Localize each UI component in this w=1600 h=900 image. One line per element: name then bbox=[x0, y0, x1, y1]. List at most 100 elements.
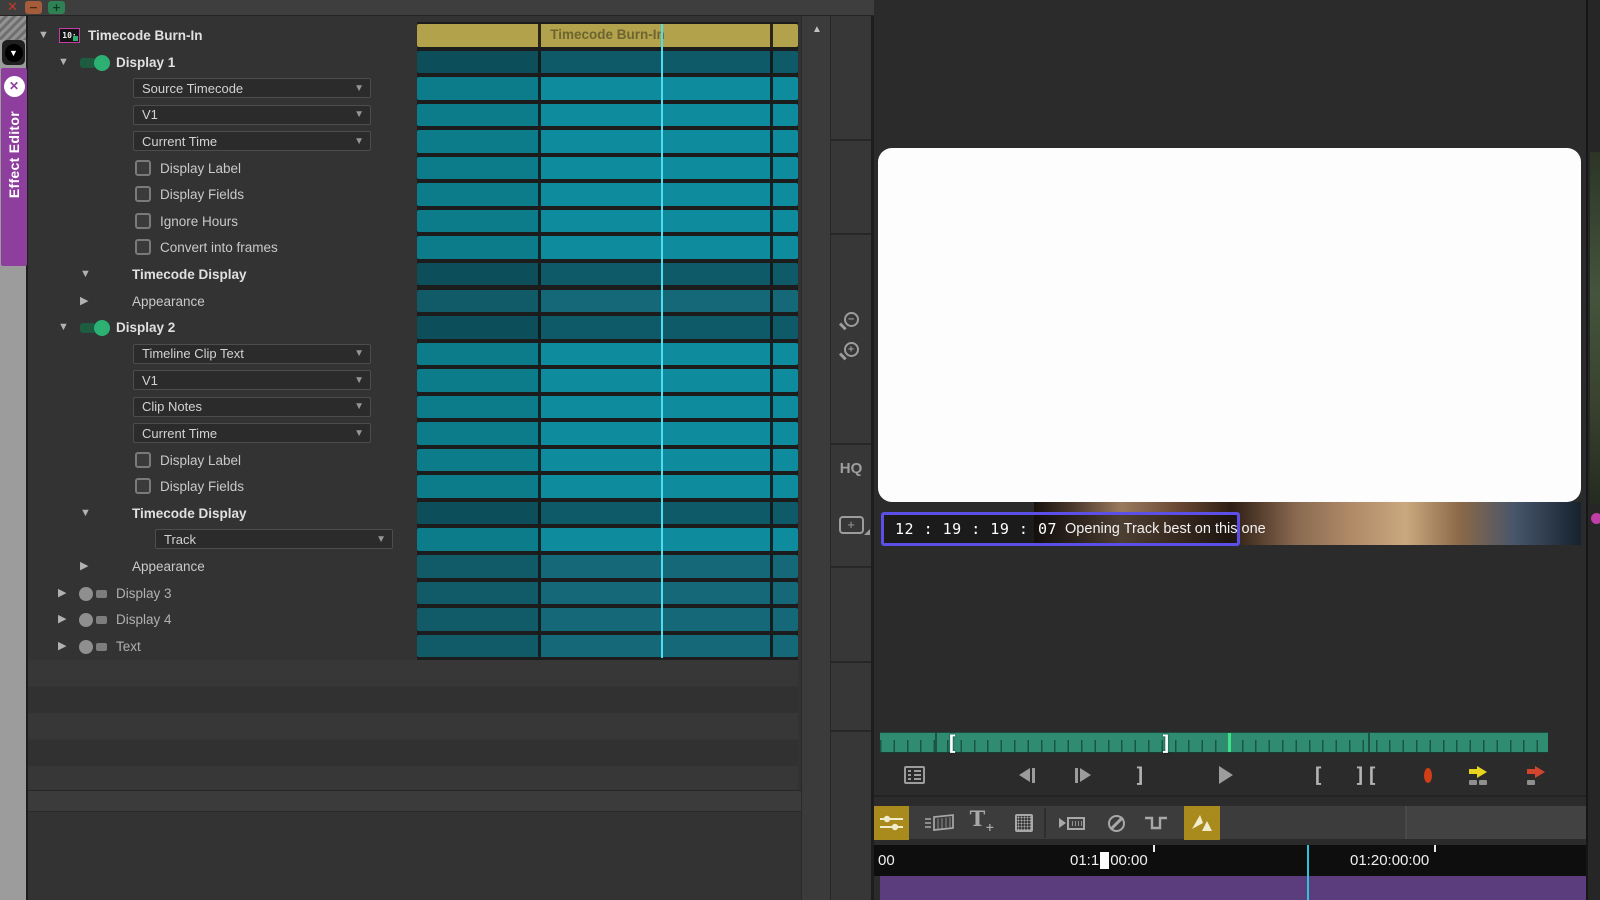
keyframe-bar-display-4[interactable] bbox=[417, 608, 798, 631]
clip-name-menu-button[interactable] bbox=[894, 756, 934, 794]
triangle-down-icon[interactable]: ▼ bbox=[58, 49, 69, 76]
go-to-next-edit-button[interactable] bbox=[1458, 756, 1498, 794]
scroll-up-arrow-icon[interactable]: ▲ bbox=[802, 24, 832, 35]
enable-toggle-text[interactable] bbox=[79, 640, 110, 654]
extract-button[interactable] bbox=[1516, 756, 1556, 794]
keyframe-bar-display-label[interactable] bbox=[417, 449, 798, 472]
position-bar[interactable]: [ ] bbox=[880, 732, 1548, 753]
panel-menu-button[interactable]: ▼ bbox=[2, 40, 25, 65]
keyframe-bar-appearance[interactable] bbox=[417, 290, 798, 313]
timeline-playhead[interactable] bbox=[1307, 845, 1309, 900]
enable-toggle-display-4[interactable] bbox=[79, 613, 110, 627]
keyframe-track-area[interactable]: Timecode Burn-In bbox=[417, 22, 798, 660]
keyframe-bar-timecode-display[interactable] bbox=[417, 502, 798, 525]
zoom-in-button[interactable]: + bbox=[831, 342, 871, 357]
segment-divider bbox=[538, 635, 541, 658]
timeline-track-bar[interactable] bbox=[880, 876, 1586, 900]
keyframe-triangles-button[interactable] bbox=[1184, 806, 1220, 840]
enable-toggle-display-3[interactable] bbox=[79, 587, 110, 601]
window-minimize-button[interactable]: − bbox=[25, 1, 42, 14]
circle-slash-button[interactable] bbox=[1098, 806, 1134, 840]
dropdown-track[interactable]: Track▼ bbox=[155, 529, 393, 549]
keyframe-bar-clip-notes[interactable] bbox=[417, 396, 798, 419]
dropdown-v1[interactable]: V1▼ bbox=[133, 370, 371, 390]
window-close-button[interactable]: ✕ bbox=[4, 1, 21, 14]
keyframe-bar-v1[interactable] bbox=[417, 104, 798, 127]
hq-toggle-button[interactable]: HQ bbox=[831, 460, 871, 477]
keyframe-bar-display-fields[interactable] bbox=[417, 475, 798, 498]
checkbox-ignore-hours[interactable] bbox=[135, 213, 151, 229]
timecode-burnin-overlay[interactable]: 12 : 19 : 19 : 07 Opening Track best on … bbox=[881, 512, 1240, 546]
ruler-label-middle: 01:1 00:00 bbox=[1070, 852, 1148, 869]
dropdown-current-time[interactable]: Current Time▼ bbox=[133, 423, 371, 443]
mark-clip-button[interactable]: ][ bbox=[1346, 756, 1386, 794]
keyframe-bar-display-label[interactable] bbox=[417, 157, 798, 180]
keyframe-bar-current-time[interactable] bbox=[417, 130, 798, 153]
keyframe-bar-timeline-clip-text[interactable] bbox=[417, 343, 798, 366]
triangle-right-icon[interactable]: ▶ bbox=[58, 606, 66, 633]
play-button[interactable] bbox=[1206, 756, 1246, 794]
keyframe-bar-text[interactable] bbox=[417, 635, 798, 658]
keyframe-bar-ignore-hours[interactable] bbox=[417, 210, 798, 233]
track-scrollbar[interactable]: ▲ bbox=[801, 16, 831, 900]
keyframe-bar-timecode-display[interactable] bbox=[417, 263, 798, 286]
keyframe-bar-display-2[interactable] bbox=[417, 316, 798, 339]
checkbox-display-label[interactable] bbox=[135, 452, 151, 468]
checkbox-convert-into-frames[interactable] bbox=[135, 239, 151, 255]
dropdown-timeline-clip-text[interactable]: Timeline Clip Text▼ bbox=[133, 344, 371, 364]
dropdown-source-timecode[interactable]: Source Timecode▼ bbox=[133, 78, 371, 98]
triangle-down-icon[interactable]: ▼ bbox=[58, 314, 69, 341]
triangle-right-icon[interactable]: ▶ bbox=[80, 553, 88, 580]
checkbox-display-label[interactable] bbox=[135, 160, 151, 176]
timeline-ruler[interactable]: 00 01:1 00:00 01:20:00:00 bbox=[874, 845, 1586, 876]
step-forward-button[interactable] bbox=[1062, 756, 1102, 794]
drag-grip-icon[interactable] bbox=[0, 16, 26, 40]
motion-preview-button[interactable] bbox=[1052, 806, 1092, 840]
motion-effect-icon bbox=[1059, 817, 1085, 830]
triangle-down-icon[interactable]: ▼ bbox=[80, 261, 91, 288]
effect-mode-sliders-button[interactable] bbox=[874, 806, 909, 840]
dropdown-clip-notes[interactable]: Clip Notes▼ bbox=[133, 397, 371, 417]
grid-menu-button[interactable]: + bbox=[831, 516, 871, 534]
segment-divider bbox=[538, 528, 541, 551]
dropdown-current-time[interactable]: Current Time▼ bbox=[133, 131, 371, 151]
text-tool-button[interactable]: T+ bbox=[964, 806, 1000, 840]
record-indicator-button[interactable] bbox=[1408, 756, 1448, 794]
step-backward-button[interactable] bbox=[1008, 756, 1048, 794]
keyframe-bar-appearance[interactable] bbox=[417, 555, 798, 578]
mark-in-button[interactable]: [ bbox=[1298, 756, 1338, 794]
keyframe-bar-v1[interactable] bbox=[417, 369, 798, 392]
keyframe-bar-current-time[interactable] bbox=[417, 422, 798, 445]
filmstrip-settings-button[interactable] bbox=[919, 806, 959, 840]
keyframe-bar-display-3[interactable] bbox=[417, 582, 798, 605]
close-icon[interactable]: ✕ bbox=[4, 76, 25, 97]
segment-divider bbox=[770, 475, 773, 498]
effect-editor-titlebar[interactable]: ✕ − + bbox=[0, 0, 874, 16]
position-indicator[interactable] bbox=[1228, 733, 1231, 752]
triangle-down-icon[interactable]: ▼ bbox=[80, 500, 91, 527]
enable-toggle-display-1[interactable] bbox=[79, 56, 110, 70]
grain-pattern-button[interactable] bbox=[1006, 806, 1042, 840]
checkbox-display-fields[interactable] bbox=[135, 186, 151, 202]
keyframe-bar-track[interactable] bbox=[417, 528, 798, 551]
effect-editor-tool-column: − + HQ + bbox=[831, 16, 874, 900]
triangle-right-icon[interactable]: ▶ bbox=[58, 580, 66, 607]
track-effect-header[interactable]: Timecode Burn-In bbox=[417, 24, 798, 47]
keyframe-playhead[interactable] bbox=[661, 24, 663, 658]
triangle-right-icon[interactable]: ▶ bbox=[58, 633, 66, 660]
square-wave-button[interactable] bbox=[1136, 806, 1176, 840]
checkbox-display-fields[interactable] bbox=[135, 478, 151, 494]
zoom-out-button[interactable]: − bbox=[831, 312, 871, 327]
keyframe-bar-source-timecode[interactable] bbox=[417, 77, 798, 100]
triangle-down-icon[interactable]: ▼ bbox=[38, 22, 49, 49]
enable-toggle-display-2[interactable] bbox=[79, 321, 110, 335]
effect-editor-tab[interactable]: ✕ Effect Editor bbox=[1, 68, 27, 266]
keyframe-bar-display-fields[interactable] bbox=[417, 183, 798, 206]
window-plus-button[interactable]: + bbox=[48, 1, 65, 14]
keyframe-bar-convert-into-frames[interactable] bbox=[417, 236, 798, 259]
mark-out-button[interactable]: ] bbox=[1120, 756, 1160, 794]
toggle-knob bbox=[79, 640, 93, 654]
triangle-right-icon[interactable]: ▶ bbox=[80, 288, 88, 315]
keyframe-bar-display-1[interactable] bbox=[417, 51, 798, 74]
dropdown-v1[interactable]: V1▼ bbox=[133, 105, 371, 125]
